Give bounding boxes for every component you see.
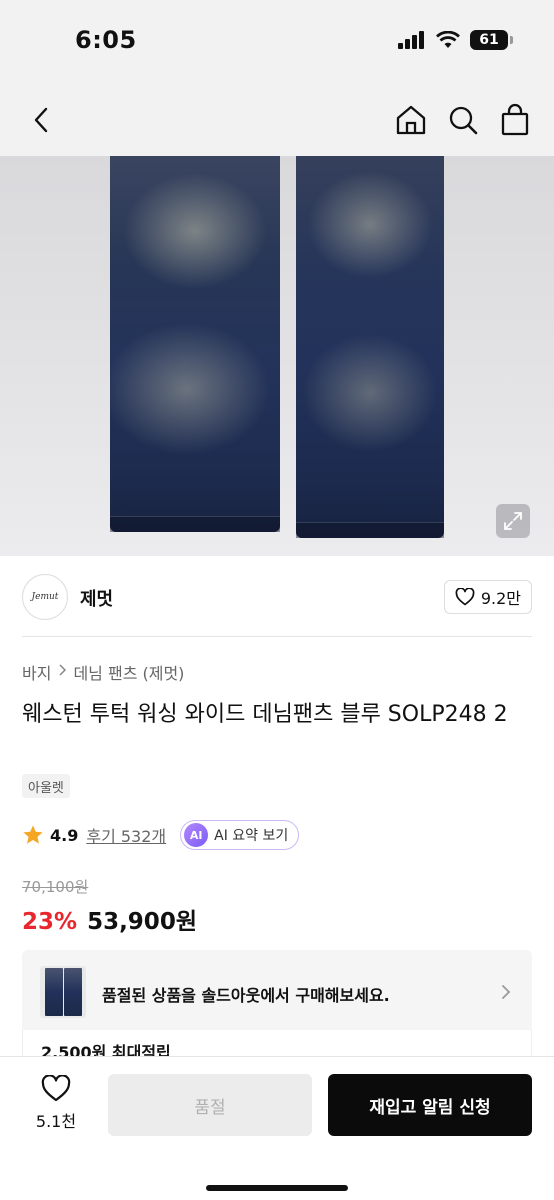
ai-summary-button[interactable]: AI AI 요약 보기	[180, 820, 300, 850]
battery-indicator: 61	[470, 30, 513, 50]
shopping-bag-icon[interactable]	[498, 102, 532, 138]
ai-summary-label: AI 요약 보기	[214, 828, 289, 844]
star-icon	[23, 825, 43, 844]
jeans-left-leg	[110, 156, 280, 532]
heart-icon	[455, 588, 475, 606]
store-row[interactable]: Jemut 제멋 9.2만	[22, 574, 532, 620]
chevron-right-icon	[498, 982, 514, 1002]
search-icon[interactable]	[446, 102, 480, 138]
store-favorite-count: 9.2만	[480, 589, 521, 608]
rating-row: 4.9 후기 532개 AI AI 요약 보기	[22, 820, 300, 850]
store-favorite-button[interactable]: 9.2만	[443, 580, 532, 614]
store-logo-text: Jemut	[31, 592, 59, 602]
price-row: 23% 53,900원	[22, 902, 197, 936]
divider	[22, 636, 532, 637]
breadcrumb: 바지 데님 팬츠 (제멋)	[22, 660, 184, 684]
store-logo[interactable]: Jemut	[22, 574, 68, 620]
product-detail-page: 6:05 61 Jemut 제멋 9.2만 바지 데님 팬츠 (제멋) 웨스턴 …	[0, 0, 554, 1200]
restock-alert-button[interactable]: 재입고 알림 신청	[328, 1074, 532, 1136]
status-time: 6:05	[75, 26, 137, 54]
soldout-notice-text: 품절된 상품을 솔드아웃에서 구매해보세요.	[102, 986, 390, 1005]
wifi-icon	[436, 31, 460, 48]
expand-icon[interactable]	[496, 504, 530, 538]
soldout-thumbnail	[40, 966, 86, 1018]
original-price: 70,100원	[22, 878, 89, 896]
signal-icon	[398, 31, 424, 49]
bottom-action-bar: 5.1천 품절 재입고 알림 신청	[0, 1056, 554, 1200]
nav-actions	[394, 102, 532, 138]
home-icon[interactable]	[394, 102, 428, 138]
like-button[interactable]: 5.1천	[30, 1075, 82, 1132]
breadcrumb-subcategory[interactable]: 데님 팬츠 (제멋)	[73, 660, 184, 684]
soldout-notice-banner[interactable]: 품절된 상품을 솔드아웃에서 구매해보세요.	[22, 950, 532, 1042]
chevron-right-icon	[57, 663, 67, 681]
soldout-button[interactable]: 품절	[108, 1074, 312, 1136]
back-icon[interactable]	[24, 102, 60, 138]
heart-icon	[41, 1075, 71, 1102]
ai-badge-icon: AI	[184, 823, 209, 847]
rating-value: 4.9	[50, 825, 79, 845]
home-indicator	[206, 1185, 348, 1191]
discount-rate: 23%	[22, 909, 78, 935]
like-count: 5.1천	[35, 1112, 77, 1131]
jeans-right-leg	[296, 156, 444, 538]
outlet-tag: 아울렛	[22, 774, 70, 798]
review-count-link[interactable]: 후기 532개	[86, 823, 166, 847]
top-nav-bar	[0, 86, 554, 156]
sale-price: 53,900원	[87, 909, 197, 935]
product-title: 웨스턴 투턱 워싱 와이드 데님팬츠 블루 SOLP248 2	[22, 702, 508, 727]
store-name[interactable]: 제멋	[80, 585, 113, 611]
product-image[interactable]	[0, 156, 554, 556]
points-row: 2,500원 최대적립	[22, 1030, 532, 1062]
status-icons: 61	[398, 30, 513, 50]
status-bar: 6:05 61	[0, 0, 554, 86]
breadcrumb-category[interactable]: 바지	[22, 660, 51, 684]
